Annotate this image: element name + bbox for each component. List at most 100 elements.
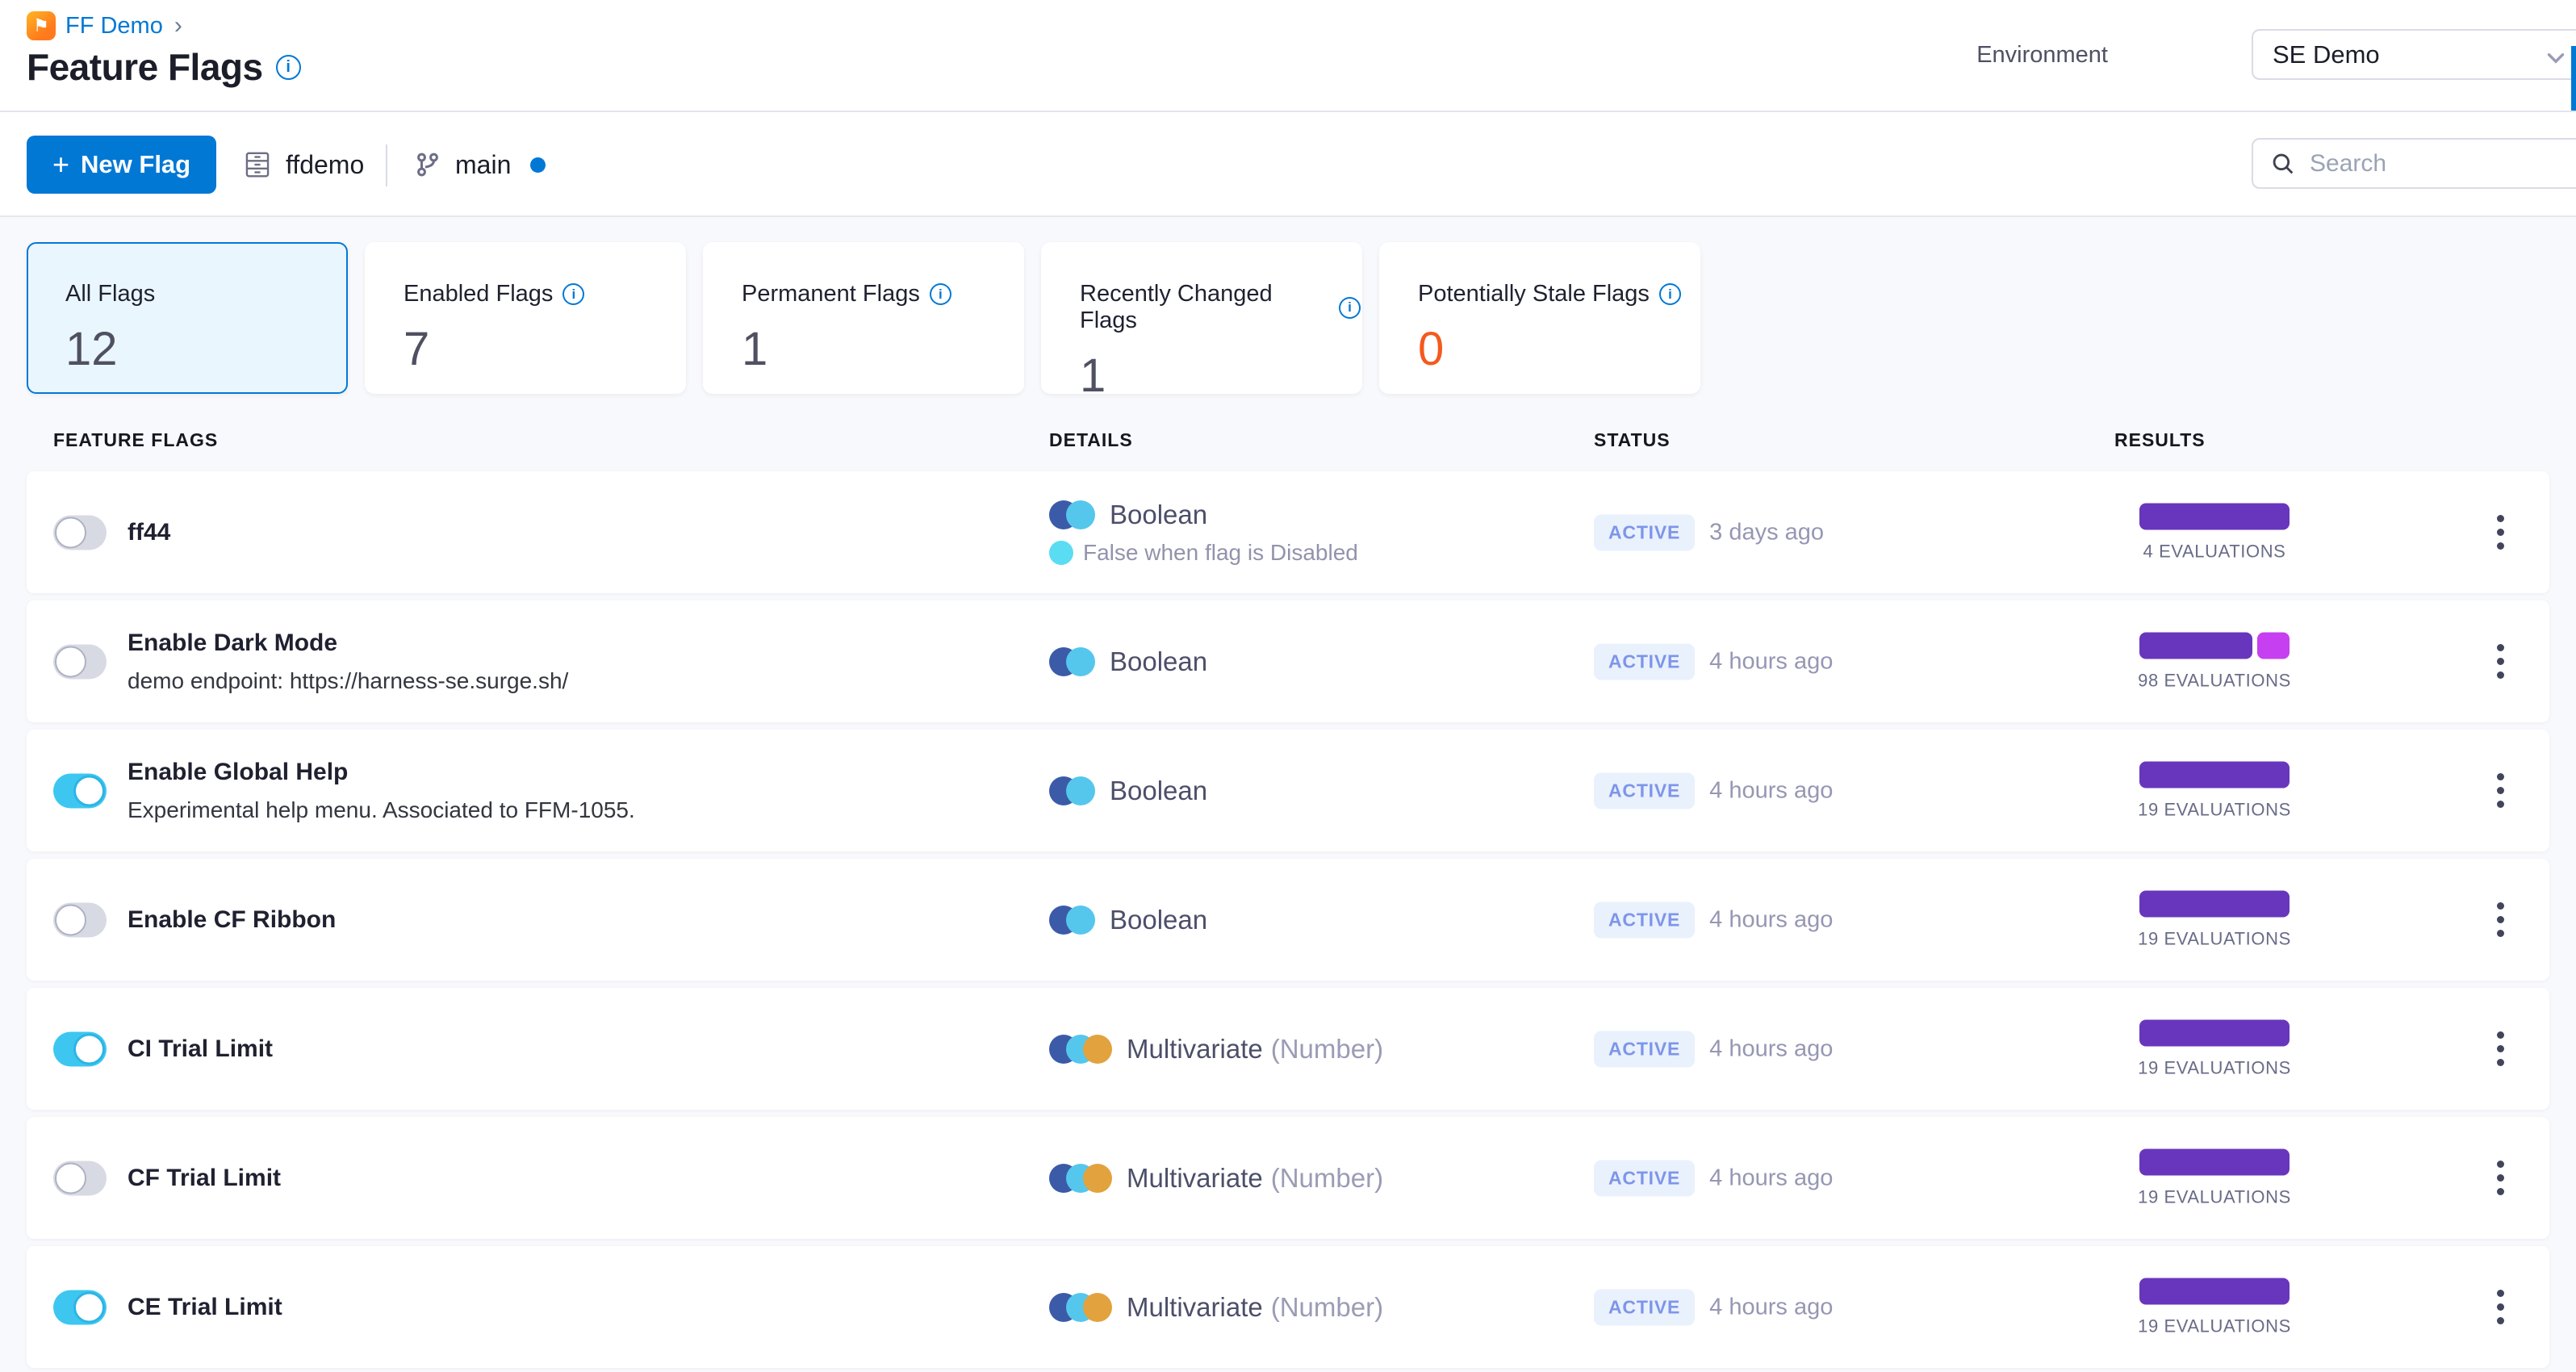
kebab-dot-icon	[2496, 1188, 2504, 1195]
last-updated: 4 hours ago	[1709, 906, 1834, 932]
evaluations-bar	[2139, 1019, 2290, 1046]
kebab-menu-button[interactable]	[2484, 894, 2516, 946]
flag-name[interactable]: CI Trial Limit	[128, 1035, 273, 1063]
toggle-knob-icon	[55, 517, 86, 548]
git-branch-icon	[413, 150, 442, 179]
repo-icon	[242, 149, 273, 180]
flag-row[interactable]: Enable Global Help Experimental help menu…	[27, 730, 2549, 851]
flag-type-label: Multivariate	[1127, 1162, 1263, 1193]
flag-variation-note: False when flag is Disabled	[1083, 539, 1358, 565]
toggle-knob-icon	[73, 775, 105, 806]
evaluations-bar-segment	[2139, 1278, 2290, 1304]
kebab-menu-button[interactable]	[2484, 765, 2516, 817]
flag-description: demo endpoint: https://harness-se.surge.…	[128, 667, 569, 693]
flag-name[interactable]: Enable CF Ribbon	[128, 906, 336, 934]
flag-row[interactable]: Enable Dark Mode demo endpoint: https://h…	[27, 600, 2549, 722]
new-flag-button[interactable]: + New Flag	[27, 136, 217, 194]
info-icon[interactable]: i	[929, 283, 951, 305]
kebab-dot-icon	[2496, 930, 2504, 937]
last-updated: 4 hours ago	[1709, 1035, 1834, 1061]
stat-card-label: Enabled Flags	[404, 281, 554, 307]
kebab-menu-button[interactable]	[2484, 507, 2516, 558]
breadcrumb-project-link[interactable]: FF Demo	[65, 13, 163, 40]
variation-dot-icon	[1049, 540, 1073, 565]
flag-name[interactable]: Enable Global Help	[128, 759, 635, 786]
kebab-dot-icon	[2496, 1059, 2504, 1066]
branch-name: main	[455, 149, 512, 179]
flag-toggle[interactable]	[53, 1031, 107, 1066]
evaluations-count: 19 EVALUATIONS	[2138, 928, 2291, 948]
evaluations-bar-segment	[2257, 632, 2290, 659]
kebab-dot-icon	[2496, 529, 2504, 536]
evaluations-bar	[2139, 890, 2290, 917]
stat-card-value: 0	[1418, 323, 1445, 375]
stat-card-permanent-flags[interactable]: Permanent Flags i 1	[703, 242, 1024, 394]
toggle-knob-icon	[73, 1033, 105, 1065]
kebab-menu-button[interactable]	[2484, 636, 2516, 688]
search-input[interactable]	[2310, 149, 2552, 178]
stat-card-enabled-flags[interactable]: Enabled Flags i 7	[365, 242, 686, 394]
repo-selector[interactable]: ffdemo	[242, 112, 364, 217]
flag-toggle[interactable]	[53, 1290, 107, 1324]
evaluations-bar-segment	[2139, 1148, 2290, 1175]
kebab-dot-icon	[2496, 773, 2504, 780]
stat-card-value: 1	[742, 323, 768, 375]
toggle-knob-icon	[55, 904, 86, 935]
info-icon[interactable]: i	[562, 283, 585, 305]
flag-row[interactable]: CI Trial Limit Multivariate (Number) ACTIVE…	[27, 988, 2549, 1110]
kebab-menu-button[interactable]	[2484, 1023, 2516, 1075]
flag-row[interactable]: ff44 Boolean False when flag is Disabled AC…	[27, 471, 2549, 593]
last-updated: 4 hours ago	[1709, 1294, 1834, 1320]
branch-status-dot-icon	[530, 157, 546, 173]
kebab-dot-icon	[2496, 902, 2504, 910]
flag-row[interactable]: CE Trial Limit Multivariate (Number) ACTIVE…	[27, 1246, 2549, 1368]
flag-type-label: Boolean	[1110, 499, 1208, 529]
flag-toggle[interactable]	[53, 515, 107, 550]
column-header-details: DETAILS	[1049, 429, 1133, 450]
flag-type-label: Boolean	[1110, 775, 1208, 805]
flag-toggle[interactable]	[53, 902, 107, 937]
column-header-feature-flags: FEATURE FLAGS	[53, 429, 219, 450]
flag-description: Experimental help menu. Associated to FF…	[128, 797, 635, 822]
scrollbar-thumb[interactable]	[2571, 46, 2576, 111]
evaluations-count: 19 EVALUATIONS	[2138, 1316, 2291, 1336]
stat-card-all-flags[interactable]: All Flags 12	[27, 242, 348, 394]
flag-toggle[interactable]	[53, 1161, 107, 1195]
kebab-dot-icon	[2496, 644, 2504, 651]
column-header-results: RESULTS	[2114, 429, 2206, 450]
kebab-dot-icon	[2496, 916, 2504, 923]
flag-name[interactable]: CE Trial Limit	[128, 1294, 282, 1321]
branch-selector[interactable]: main	[413, 112, 546, 217]
feature-flags-logo-icon: ⚑	[27, 11, 56, 40]
evaluations-count: 19 EVALUATIONS	[2138, 1186, 2291, 1207]
evaluations-bar-segment	[2139, 632, 2252, 659]
stat-card-label: Permanent Flags	[742, 281, 920, 307]
evaluations-count: 98 EVALUATIONS	[2138, 670, 2291, 690]
flag-name[interactable]: CF Trial Limit	[128, 1165, 281, 1192]
flag-type-icon	[1049, 1163, 1112, 1193]
stat-card-label: All Flags	[65, 281, 156, 307]
evaluations-bar	[2139, 632, 2290, 659]
flag-type-icon	[1049, 1292, 1112, 1322]
stat-card-recently-changed-flags[interactable]: Recently Changed Flags i 1	[1041, 242, 1362, 402]
kebab-menu-button[interactable]	[2484, 1152, 2516, 1204]
flag-toggle[interactable]	[53, 773, 107, 808]
title-info-icon[interactable]: i	[275, 54, 301, 80]
stat-card-value: 7	[404, 323, 430, 375]
status-badge: ACTIVE	[1594, 514, 1696, 550]
flag-name[interactable]: Enable Dark Mode	[128, 630, 568, 657]
flag-row[interactable]: CF Trial Limit Multivariate (Number) ACTIVE…	[27, 1117, 2549, 1239]
page-title: Feature Flags	[27, 46, 263, 88]
environment-select[interactable]: SE Demo	[2252, 29, 2576, 80]
info-icon[interactable]: i	[1658, 283, 1681, 305]
environment-label: Environment	[1976, 42, 2108, 68]
info-icon[interactable]: i	[1339, 296, 1361, 319]
toolbar: + New Flag ffdemo main	[0, 112, 2576, 217]
flag-name[interactable]: ff44	[128, 519, 170, 546]
stat-card-potentially-stale-flags[interactable]: Potentially Stale Flags i 0	[1379, 242, 1700, 394]
kebab-menu-button[interactable]	[2484, 1282, 2516, 1333]
flag-row[interactable]: Enable CF Ribbon Boolean ACTIVE 4 hours ago…	[27, 859, 2549, 981]
flag-toggle[interactable]	[53, 644, 107, 679]
status-badge: ACTIVE	[1594, 901, 1696, 938]
kebab-dot-icon	[2496, 515, 2504, 522]
